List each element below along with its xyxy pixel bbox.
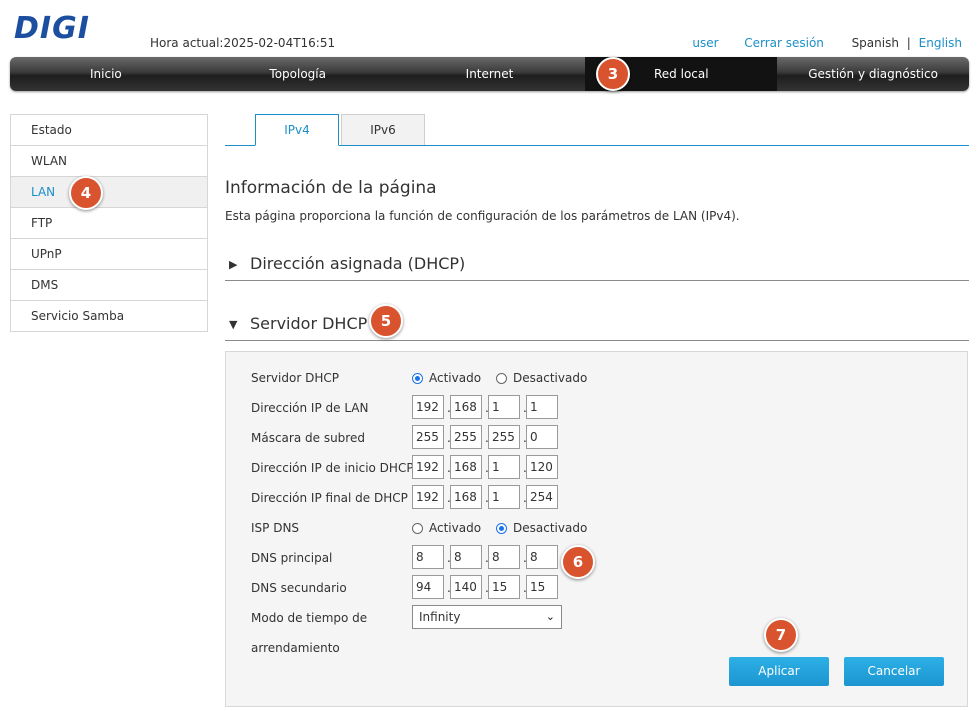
sidebar: Estado WLAN LAN FTP UPnP DMS Servicio Sa…: [10, 114, 208, 332]
dns1-octet-3[interactable]: 8: [488, 545, 520, 569]
nav-inicio[interactable]: Inicio: [10, 57, 202, 91]
triangle-down-icon: ▼: [229, 318, 238, 331]
step-badge-5: 5: [369, 304, 403, 338]
radio-dhcp-on-label: Activado: [429, 371, 482, 385]
dhcp-server-off-option[interactable]: Desactivado: [496, 371, 587, 385]
lease-mode-label-cont: arrendamiento: [251, 641, 340, 655]
page-title: Información de la página: [225, 178, 437, 198]
sidebar-item-lan[interactable]: LAN: [11, 177, 207, 208]
lan-ip-octet-2[interactable]: 168: [450, 395, 482, 419]
page-description: Esta página proporciona la función de co…: [225, 209, 740, 223]
triangle-right-icon: ▶: [229, 258, 238, 271]
sidebar-item-ftp[interactable]: FTP: [11, 208, 207, 239]
isp-dns-on-option[interactable]: Activado: [412, 521, 481, 535]
main-nav: Inicio Topología Internet Red local Gest…: [10, 57, 969, 91]
logout-link[interactable]: Cerrar sesión: [744, 36, 824, 50]
logo-text: DIGI: [14, 14, 90, 40]
radio-dhcp-off-label: Desactivado: [513, 371, 588, 385]
radio-isp-dns-on[interactable]: [412, 522, 423, 534]
radio-isp-dns-off[interactable]: [496, 522, 507, 534]
mask-octet-2[interactable]: 255: [450, 425, 482, 449]
dns1-octet-2[interactable]: 8: [450, 545, 482, 569]
sidebar-item-upnp[interactable]: UPnP: [11, 239, 207, 270]
chevron-down-icon: ⌄: [545, 610, 555, 623]
sidebar-item-samba[interactable]: Servicio Samba: [11, 301, 207, 332]
subnet-mask-label: Máscara de subred: [251, 431, 365, 445]
ip-version-tabs: IPv4 IPv6: [225, 114, 969, 146]
dns1-octet-1[interactable]: 8: [412, 545, 444, 569]
dns2-octet-3[interactable]: 15: [488, 575, 520, 599]
step-badge-6: 6: [561, 545, 595, 579]
step-badge-4: 4: [69, 176, 103, 210]
dns2-octet-4[interactable]: 15: [526, 575, 558, 599]
section-dhcp-server[interactable]: ▼ Servidor DHCP: [225, 310, 969, 341]
lan-ip-octet-3[interactable]: 1: [488, 395, 520, 419]
isp-dns-off-option[interactable]: Desactivado: [496, 521, 587, 535]
end-ip-octet-3[interactable]: 1: [488, 485, 520, 509]
mask-octet-1[interactable]: 255: [412, 425, 444, 449]
dns2-octet-1[interactable]: 94: [412, 575, 444, 599]
dhcp-server-form: Servidor DHCP Activado Desactivado Direc…: [225, 351, 968, 707]
start-ip-octet-4[interactable]: 120: [526, 455, 558, 479]
digi-logo: DIGI: [14, 14, 90, 40]
radio-isp-dns-off-label: Desactivado: [513, 521, 588, 535]
dhcp-end-ip-label: Dirección IP final de DHCP: [251, 491, 408, 505]
section-title-dhcp-assigned: Dirección asignada (DHCP): [250, 254, 466, 273]
sidebar-item-estado[interactable]: Estado: [11, 115, 207, 146]
dhcp-server-label: Servidor DHCP: [251, 371, 339, 385]
end-ip-octet-2[interactable]: 168: [450, 485, 482, 509]
end-ip-octet-4[interactable]: 254: [526, 485, 558, 509]
lease-mode-select[interactable]: Infinity ⌄: [412, 605, 562, 629]
lan-ip-label: Dirección IP de LAN: [251, 401, 369, 415]
start-ip-octet-3[interactable]: 1: [488, 455, 520, 479]
language-english-link[interactable]: English: [919, 36, 962, 50]
dhcp-server-on-option[interactable]: Activado: [412, 371, 481, 385]
lan-ip-octet-1[interactable]: 192: [412, 395, 444, 419]
apply-button[interactable]: Aplicar: [729, 657, 829, 686]
radio-isp-dns-on-label: Activado: [429, 521, 482, 535]
isp-dns-label: ISP DNS: [251, 521, 300, 535]
step-badge-3: 3: [596, 57, 630, 91]
language-separator: |: [906, 36, 911, 50]
lan-ip-octet-4[interactable]: 1: [526, 395, 558, 419]
dns-primary-label: DNS principal: [251, 551, 333, 565]
cancel-button[interactable]: Cancelar: [844, 657, 944, 686]
language-current: Spanish: [851, 36, 899, 50]
section-dhcp-assigned[interactable]: ▶ Dirección asignada (DHCP): [225, 250, 969, 281]
sidebar-item-wlan[interactable]: WLAN: [11, 146, 207, 177]
lease-mode-value: Infinity: [419, 610, 461, 624]
tab-ipv6[interactable]: IPv6: [341, 114, 425, 145]
lease-mode-label: Modo de tiempo de: [251, 611, 368, 625]
top-links: user Cerrar sesión Spanish | English: [692, 36, 962, 50]
nav-gestion-diagnostico[interactable]: Gestión y diagnóstico: [777, 57, 969, 91]
sidebar-item-dms[interactable]: DMS: [11, 270, 207, 301]
dns1-octet-4[interactable]: 8: [526, 545, 558, 569]
current-time: Hora actual:2025-02-04T16:51: [150, 36, 336, 50]
nav-internet[interactable]: Internet: [394, 57, 586, 91]
start-ip-octet-1[interactable]: 192: [412, 455, 444, 479]
mask-octet-3[interactable]: 255: [488, 425, 520, 449]
radio-dhcp-off[interactable]: [496, 372, 507, 384]
user-link[interactable]: user: [692, 36, 718, 50]
dhcp-start-ip-label: Dirección IP de inicio DHCP: [251, 461, 414, 475]
dns-secondary-label: DNS secundario: [251, 581, 347, 595]
radio-dhcp-on[interactable]: [412, 372, 423, 384]
end-ip-octet-1[interactable]: 192: [412, 485, 444, 509]
nav-topologia[interactable]: Topología: [202, 57, 394, 91]
section-title-dhcp-server: Servidor DHCP: [250, 314, 368, 333]
step-badge-7: 7: [764, 618, 798, 652]
mask-octet-4[interactable]: 0: [526, 425, 558, 449]
start-ip-octet-2[interactable]: 168: [450, 455, 482, 479]
tab-ipv4[interactable]: IPv4: [255, 114, 339, 146]
dns2-octet-2[interactable]: 140: [450, 575, 482, 599]
